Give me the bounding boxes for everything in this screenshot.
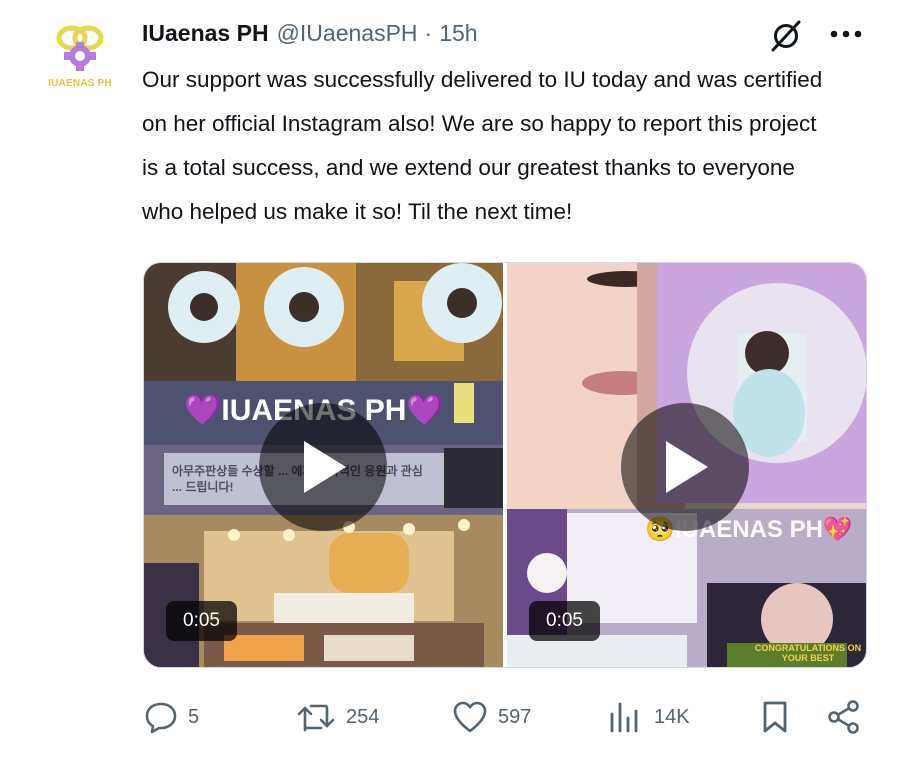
bookmark-button[interactable]: [760, 694, 790, 740]
play-button-2[interactable]: [621, 403, 749, 531]
timestamp[interactable]: 15h: [439, 20, 477, 47]
video-2-badge-text: CONGRATULATIONS ON YOUR BEST: [754, 643, 862, 663]
action-bar: 5 254 597 14K: [140, 694, 870, 740]
video-thumbnail-2[interactable]: 🥺IUAENAS PH💖 CONGRATULATIONS ON YOUR BES…: [507, 263, 866, 667]
repost-button[interactable]: 254: [296, 694, 379, 740]
video-1-duration: 0:05: [166, 601, 237, 641]
repost-count: 254: [346, 705, 380, 728]
reply-button[interactable]: 5: [144, 694, 199, 740]
video-thumbnail-1[interactable]: 💜IUAENAS PH💜 아무주판상들 수상할 ... 에게 지속적인 응원과 …: [144, 263, 503, 667]
bookmark-icon: [763, 701, 787, 733]
like-count: 597: [498, 705, 532, 728]
views-count: 14K: [654, 705, 690, 728]
like-button[interactable]: 597: [452, 694, 531, 740]
repost-icon: [297, 704, 335, 732]
more-icon: [830, 30, 862, 38]
play-icon: [304, 441, 346, 493]
header-separator: ·: [424, 19, 433, 46]
grok-button[interactable]: [764, 14, 808, 58]
share-icon: [828, 700, 859, 734]
display-name[interactable]: IUaenas PH: [142, 20, 269, 47]
avatar[interactable]: IUAENAS PH: [32, 10, 128, 106]
heart-icon: [453, 701, 487, 733]
views-chart-icon: [610, 702, 638, 733]
user-handle[interactable]: @IUaenasPH: [277, 20, 418, 47]
avatar-label: IUAENAS PH: [48, 78, 112, 89]
more-button[interactable]: [822, 14, 870, 54]
iuaenas-logo-icon: [56, 25, 104, 71]
tweet-header: IUaenas PH @IUaenasPH · 15h: [142, 18, 478, 48]
views-button[interactable]: 14K: [608, 694, 690, 740]
play-icon: [666, 441, 708, 493]
reply-icon: [145, 702, 177, 734]
media-grid: 💜IUAENAS PH💜 아무주판상들 수상할 ... 에게 지속적인 응원과 …: [143, 262, 867, 668]
reply-count: 5: [188, 705, 200, 728]
play-button-1[interactable]: [259, 403, 387, 531]
video-2-duration: 0:05: [529, 601, 600, 641]
tweet-text: Our support was successfully delivered t…: [142, 67, 823, 224]
grok-icon: [771, 20, 801, 52]
share-button[interactable]: [826, 694, 862, 740]
